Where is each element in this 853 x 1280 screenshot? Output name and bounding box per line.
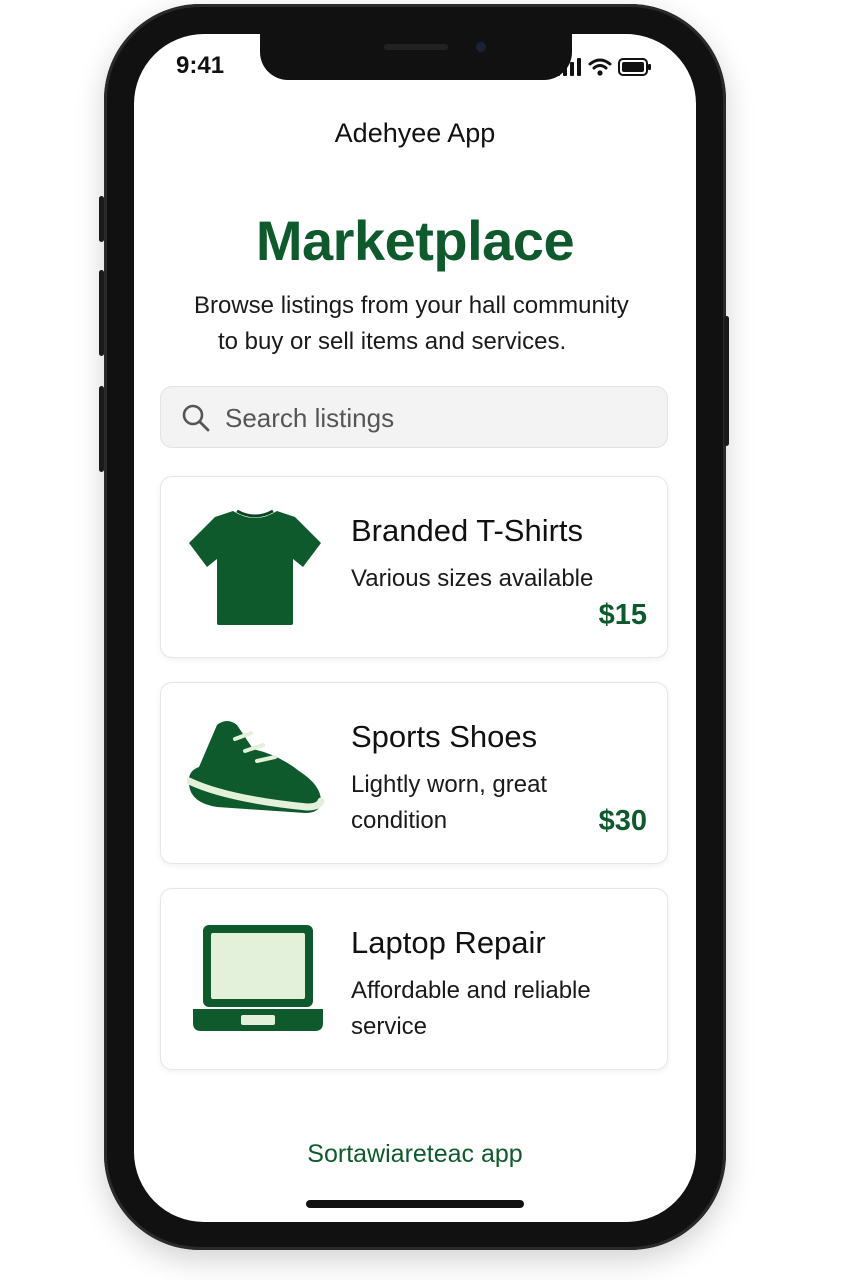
page-title: Marketplace (255, 209, 575, 272)
listing-description: Lightly worn, great condition (351, 771, 548, 834)
front-camera (476, 42, 486, 52)
listing-title: Sports Shoes (351, 719, 538, 754)
app-title: Adehyee App (334, 118, 496, 148)
tshirt-icon (187, 505, 323, 634)
phone-power-button (724, 316, 729, 446)
search-icon (181, 403, 211, 438)
listing-card-shoes[interactable]: Sports Shoes Lightly worn, great conditi… (160, 682, 668, 864)
search-bar[interactable] (160, 386, 668, 449)
phone-volume-up-button (99, 270, 104, 356)
listing-title: Laptop Repair (351, 925, 546, 960)
home-indicator[interactable] (306, 1200, 524, 1208)
listing-description: Various sizes available (351, 565, 594, 592)
search-input[interactable] (223, 387, 657, 449)
notch (260, 34, 572, 80)
status-time: 9:41 (176, 52, 225, 79)
mockup-stage: 9:41 Adehyee App Marketplace Browse list… (0, 0, 853, 1280)
phone-screen: 9:41 Adehyee App Marketplace Browse list… (134, 34, 696, 1222)
listing-card-laptop-repair[interactable]: Laptop Repair Affordable and reliable se… (160, 888, 668, 1070)
listing-price: $15 (598, 599, 647, 631)
listing-card-tshirts[interactable]: Branded T-Shirts Various sizes available… (160, 476, 668, 658)
signal-bars-icon (556, 58, 582, 81)
sneaker-icon (185, 715, 327, 828)
page-subtitle: Browse listings from your hall community… (194, 288, 694, 360)
phone-mute-switch (99, 196, 104, 242)
subtitle-line-1: Browse listings from your hall community (194, 292, 629, 319)
listing-description: Affordable and reliable service (351, 977, 591, 1040)
earpiece-speaker (384, 44, 448, 50)
status-icons (556, 58, 652, 81)
wifi-icon (588, 58, 612, 81)
phone-volume-down-button (99, 386, 104, 472)
listing-price: $30 (598, 805, 647, 837)
footer-brand: Sortawiareteac app (307, 1140, 523, 1168)
battery-icon (618, 58, 652, 81)
subtitle-line-2: to buy or sell items and services. (218, 328, 567, 355)
laptop-icon (191, 923, 325, 1040)
listing-title: Branded T-Shirts (351, 513, 584, 548)
